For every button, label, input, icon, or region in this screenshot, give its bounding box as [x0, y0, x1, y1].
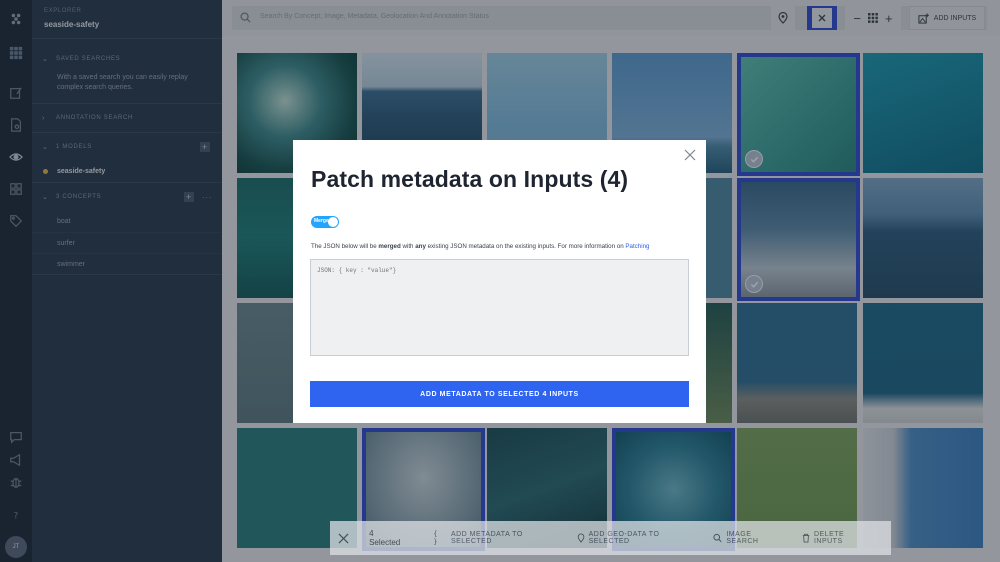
location-pin-icon — [577, 533, 584, 543]
patch-metadata-modal: Patch metadata on Inputs (4) Merge The J… — [293, 140, 706, 423]
clear-selection-icon[interactable] — [330, 521, 357, 555]
delete-inputs-button[interactable]: DELETE INPUTS — [802, 531, 869, 545]
patching-link[interactable]: Patching — [625, 243, 649, 250]
braces-icon: { } — [433, 530, 438, 546]
help-text-part: with — [400, 243, 416, 250]
modal-title: Patch metadata on Inputs (4) — [311, 166, 629, 192]
add-metadata-to-selected-button[interactable]: { } ADD METADATA TO SELECTED — [433, 530, 554, 546]
help-text-bold: any — [415, 243, 426, 250]
toggle-knob — [328, 217, 338, 227]
selected-count: 4 Selected — [369, 529, 401, 547]
image-search-button[interactable]: IMAGE SEARCH — [713, 531, 780, 545]
help-text: The JSON below will be merged with any e… — [311, 243, 649, 250]
json-metadata-textarea[interactable] — [310, 259, 689, 356]
selection-action-bar: 4 Selected { } ADD METADATA TO SELECTED … — [330, 521, 891, 555]
add-metadata-submit-button[interactable]: ADD METADATA TO SELECTED 4 INPUTS — [310, 381, 689, 407]
add-geo-data-button[interactable]: ADD GEO-DATA TO SELECTED — [577, 531, 692, 545]
delete-inputs-label: DELETE INPUTS — [813, 531, 845, 545]
merge-toggle[interactable]: Merge — [311, 216, 339, 228]
trash-icon — [802, 533, 810, 543]
search-icon — [713, 533, 722, 543]
close-icon[interactable] — [683, 148, 697, 162]
help-text-part: existing JSON metadata on the existing i… — [425, 243, 626, 250]
image-search-label: IMAGE SEARCH — [726, 531, 759, 545]
merge-toggle-label: Merge — [314, 218, 329, 224]
help-text-part: The JSON below will be — [311, 243, 379, 250]
help-text-bold: merged — [378, 243, 401, 250]
add-metadata-label: ADD METADATA TO SELECTED — [450, 531, 523, 545]
add-geo-label: ADD GEO-DATA TO SELECTED — [588, 531, 660, 545]
